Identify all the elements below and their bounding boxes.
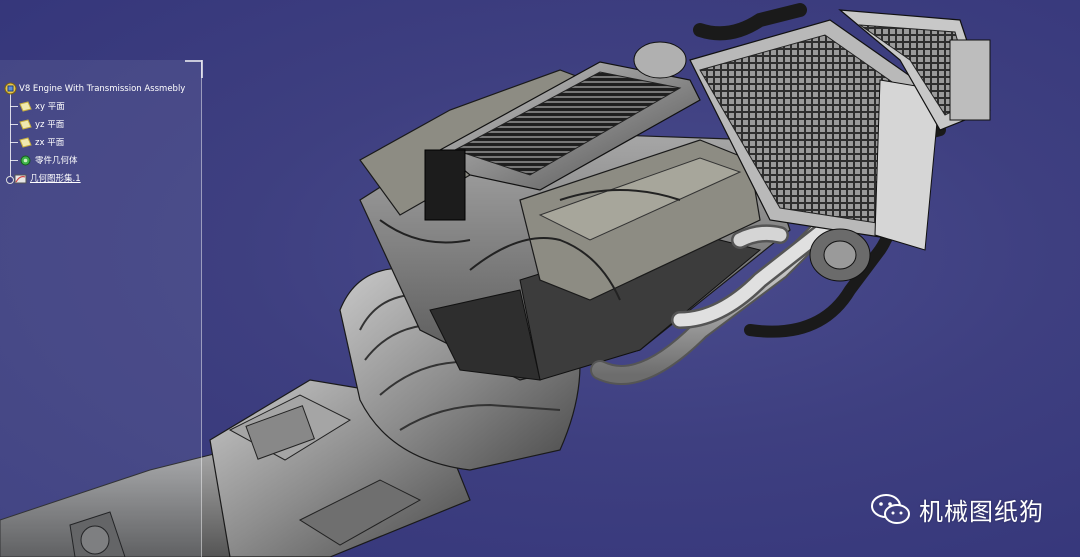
tree-item-yz-plane[interactable]: yz 平面 — [10, 118, 64, 130]
part-body-icon — [20, 155, 31, 165]
tree-root-node[interactable]: V8 Engine With Transmission Assmebly — [4, 82, 185, 95]
tree-branch — [10, 141, 18, 143]
expand-toggle[interactable] — [6, 176, 14, 184]
tree-item-label: 零件几何体 — [35, 156, 78, 166]
panel-corner-marker — [185, 60, 203, 78]
tree-item-part-body[interactable]: 零件几何体 — [10, 154, 78, 166]
tree-branch — [10, 159, 18, 161]
geometrical-set-icon — [14, 174, 27, 183]
tree-branch — [10, 105, 18, 107]
3d-viewport[interactable]: V8 Engine With Transmission Assmebly xy … — [0, 0, 1080, 557]
tree-branch — [10, 123, 18, 125]
plane-icon — [19, 136, 32, 148]
tree-item-label: zx 平面 — [35, 138, 65, 148]
tree-root-label: V8 Engine With Transmission Assmebly — [19, 83, 186, 94]
tree-item-label: 几何图形集.1 — [30, 174, 81, 184]
tree-item-geometrical-set[interactable]: 几何图形集.1 — [14, 172, 81, 184]
tree-item-xy-plane[interactable]: xy 平面 — [10, 100, 65, 112]
tree-item-label: xy 平面 — [35, 102, 65, 112]
spec-tree-panel[interactable]: V8 Engine With Transmission Assmebly xy … — [0, 60, 203, 557]
tree-item-zx-plane[interactable]: zx 平面 — [10, 136, 64, 148]
watermark: 机械图纸狗 — [871, 492, 1044, 527]
product-icon — [4, 82, 17, 95]
plane-icon — [19, 100, 32, 112]
tree-item-label: yz 平面 — [35, 120, 65, 130]
wechat-icon — [871, 493, 910, 524]
plane-icon — [19, 118, 32, 130]
watermark-text: 机械图纸狗 — [919, 498, 1044, 526]
